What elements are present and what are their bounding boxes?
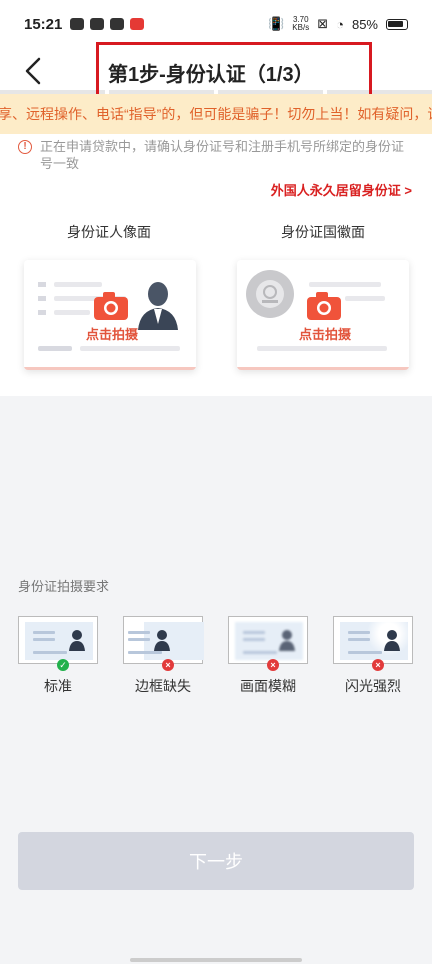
back-button[interactable] <box>18 54 48 88</box>
requirement-label: 闪光强烈 <box>345 678 401 694</box>
id-front-label: 身份证人像面 <box>67 224 151 240</box>
status-time: 15:21 <box>24 15 63 33</box>
requirement-standard: ✓ 标准 <box>18 616 100 696</box>
cross-icon: × <box>267 659 279 671</box>
id-back-label: 身份证国徽面 <box>281 224 365 240</box>
camera-icon <box>307 292 341 320</box>
app-notification-icon <box>130 18 145 30</box>
id-notice: ! 正在申请贷款中，请确认身份证号和注册手机号所绑定的身份证号一致 <box>0 134 432 172</box>
back-shoot-text: 点击拍摄 <box>298 327 351 342</box>
camera-icon <box>94 292 128 320</box>
notice-text: 正在申请贷款中，请确认身份证号和注册手机号所绑定的身份证号一致 <box>40 139 405 171</box>
chevron-left-icon <box>25 57 41 85</box>
portrait-icon <box>138 282 178 330</box>
id-back-upload-card[interactable]: 点击拍摄 <box>237 260 409 370</box>
fraud-warning-marquee: 享、远程操作、电话“指导”的，但可能是骗子！切勿上当！如有疑问，请 <box>0 94 432 134</box>
requirement-label: 边框缺失 <box>135 678 191 694</box>
cross-icon: × <box>162 659 174 671</box>
foreign-residence-id-link[interactable]: 外国人永久居留身份证 > <box>271 180 412 199</box>
app-notification-icon <box>90 18 105 30</box>
requirement-thumbnail: × <box>123 616 204 671</box>
sim-icon: ⊠ <box>317 16 329 31</box>
page-title: 第1步-身份认证（1/3） <box>108 64 314 86</box>
net-speed-unit: KB/s <box>292 23 310 32</box>
check-icon: ✓ <box>57 659 69 671</box>
requirement-blurry: × 画面模糊 <box>228 616 310 696</box>
status-right: 📳 3.70 KB/s ⊠ ◔ 85% <box>268 16 408 32</box>
paw-icon <box>110 18 125 30</box>
requirement-label: 画面模糊 <box>240 678 296 694</box>
requirement-label: 标准 <box>44 678 72 694</box>
national-emblem-icon <box>246 270 294 318</box>
next-step-button[interactable]: 下一步 <box>18 832 414 890</box>
portrait-icon <box>384 630 400 651</box>
front-shoot-text: 点击拍摄 <box>85 327 138 342</box>
vibrate-icon: 📳 <box>268 16 285 31</box>
requirement-thumbnail: × <box>333 616 413 671</box>
wifi-icon: ◔ <box>336 16 344 32</box>
requirement-thumbnail: ✓ <box>18 616 98 671</box>
net-speed: 3.70 KB/s <box>292 16 309 32</box>
marquee-text: 享、远程操作、电话“指导”的，但可能是骗子！切勿上当！如有疑问，请 <box>0 106 432 122</box>
requirements-title: 身份证拍摄要求 <box>18 579 110 594</box>
cross-icon: × <box>372 659 384 671</box>
battery-icon <box>386 18 408 30</box>
requirement-strong-flash: × 闪光强烈 <box>333 616 415 696</box>
battery-percent: 85% <box>351 16 378 32</box>
status-bar: 15:21 📳 3.70 KB/s ⊠ ◔ 85% <box>0 0 432 48</box>
portrait-icon <box>154 630 170 651</box>
requirement-border-missing: × 边框缺失 <box>123 616 205 696</box>
app-notification-icon <box>70 18 85 30</box>
status-notification-icons <box>70 18 145 30</box>
portrait-icon <box>279 630 295 651</box>
nav-bar: 第1步-身份认证（1/3） <box>0 48 432 94</box>
requirement-thumbnail: × <box>228 616 308 671</box>
id-upload-section: 外国人永久居留身份证 > 身份证人像面 身份证国徽面 点击拍摄 点击拍摄 <box>0 172 432 396</box>
info-icon: ! <box>18 140 32 154</box>
id-front-upload-card[interactable]: 点击拍摄 <box>24 260 196 370</box>
portrait-icon <box>69 630 85 651</box>
home-indicator[interactable] <box>130 958 302 962</box>
